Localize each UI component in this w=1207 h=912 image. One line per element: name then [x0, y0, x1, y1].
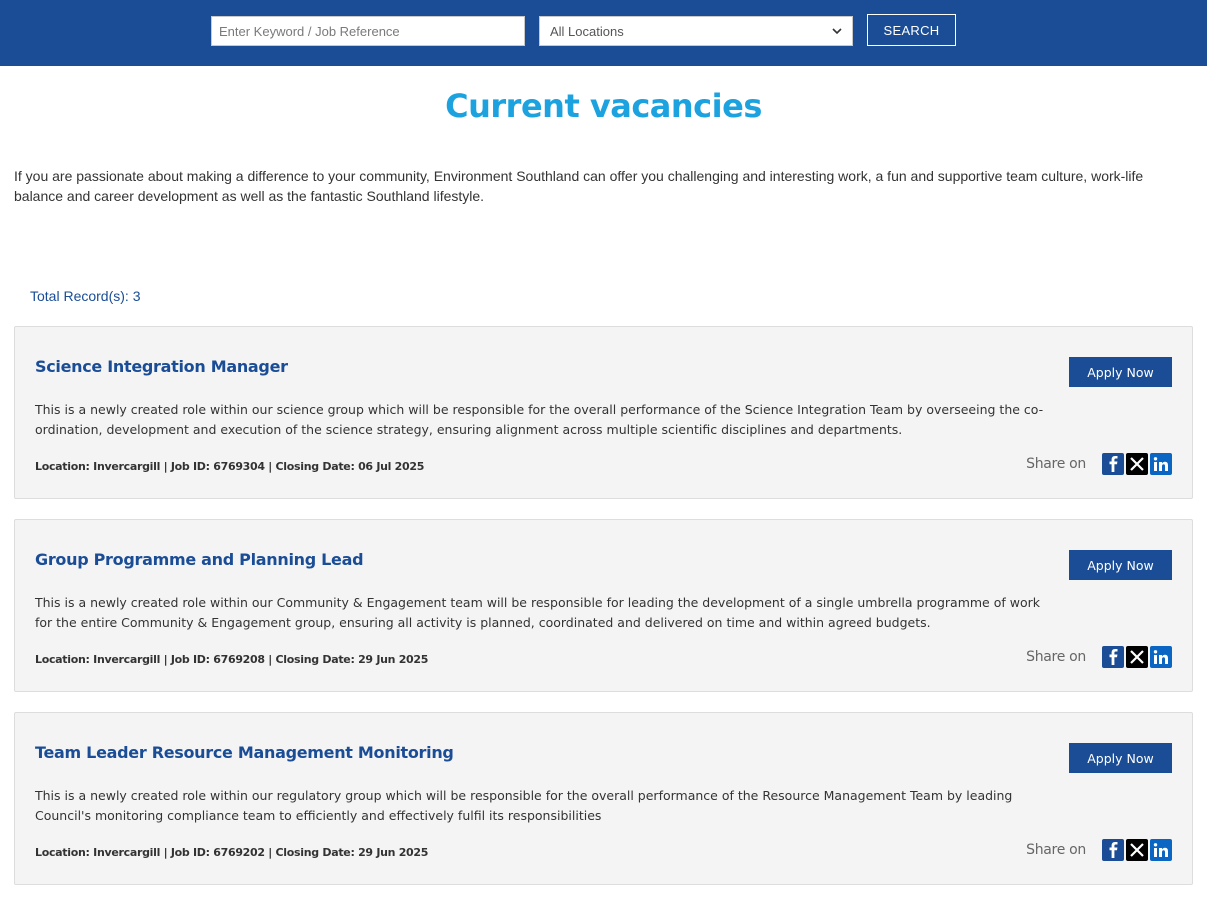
facebook-icon[interactable]: [1102, 646, 1124, 668]
job-card: Science Integration Manager Apply Now Th…: [14, 326, 1193, 499]
search-header-bar: All Locations SEARCH: [0, 0, 1207, 66]
job-card: Team Leader Resource Management Monitori…: [14, 712, 1193, 885]
linkedin-icon[interactable]: [1150, 646, 1172, 668]
search-button[interactable]: SEARCH: [867, 14, 956, 46]
share-label: Share on: [1026, 842, 1086, 858]
share-label: Share on: [1026, 649, 1086, 665]
total-records: Total Record(s): 3: [30, 288, 141, 304]
job-description: This is a newly created role within our …: [35, 402, 1044, 437]
page-title: Current vacancies: [445, 87, 762, 125]
job-meta: Location: Invercargill | Job ID: 6769304…: [35, 460, 425, 473]
job-description: This is a newly created role within our …: [35, 788, 1013, 823]
location-select-value: All Locations: [550, 23, 624, 39]
share-row: Share on: [1026, 646, 1172, 668]
x-twitter-icon[interactable]: [1126, 839, 1148, 861]
job-title-link[interactable]: Team Leader Resource Management Monitori…: [35, 743, 454, 762]
apply-now-button[interactable]: Apply Now: [1069, 550, 1172, 580]
job-description: This is a newly created role within our …: [35, 595, 1040, 630]
job-title-link[interactable]: Science Integration Manager: [35, 357, 288, 376]
share-row: Share on: [1026, 453, 1172, 475]
apply-now-button[interactable]: Apply Now: [1069, 743, 1172, 773]
linkedin-icon[interactable]: [1150, 839, 1172, 861]
location-select[interactable]: All Locations: [539, 16, 853, 46]
job-title-link[interactable]: Group Programme and Planning Lead: [35, 550, 364, 569]
x-twitter-icon[interactable]: [1126, 453, 1148, 475]
share-label: Share on: [1026, 456, 1086, 472]
job-meta: Location: Invercargill | Job ID: 6769202…: [35, 846, 429, 859]
keyword-search-input[interactable]: [211, 16, 525, 46]
chevron-down-icon: [832, 28, 842, 35]
job-card: Group Programme and Planning Lead Apply …: [14, 519, 1193, 692]
x-twitter-icon[interactable]: [1126, 646, 1148, 668]
job-meta: Location: Invercargill | Job ID: 6769208…: [35, 653, 429, 666]
apply-now-button[interactable]: Apply Now: [1069, 357, 1172, 387]
facebook-icon[interactable]: [1102, 839, 1124, 861]
intro-paragraph: If you are passionate about making a dif…: [14, 168, 1144, 204]
facebook-icon[interactable]: [1102, 453, 1124, 475]
share-row: Share on: [1026, 839, 1172, 861]
linkedin-icon[interactable]: [1150, 453, 1172, 475]
